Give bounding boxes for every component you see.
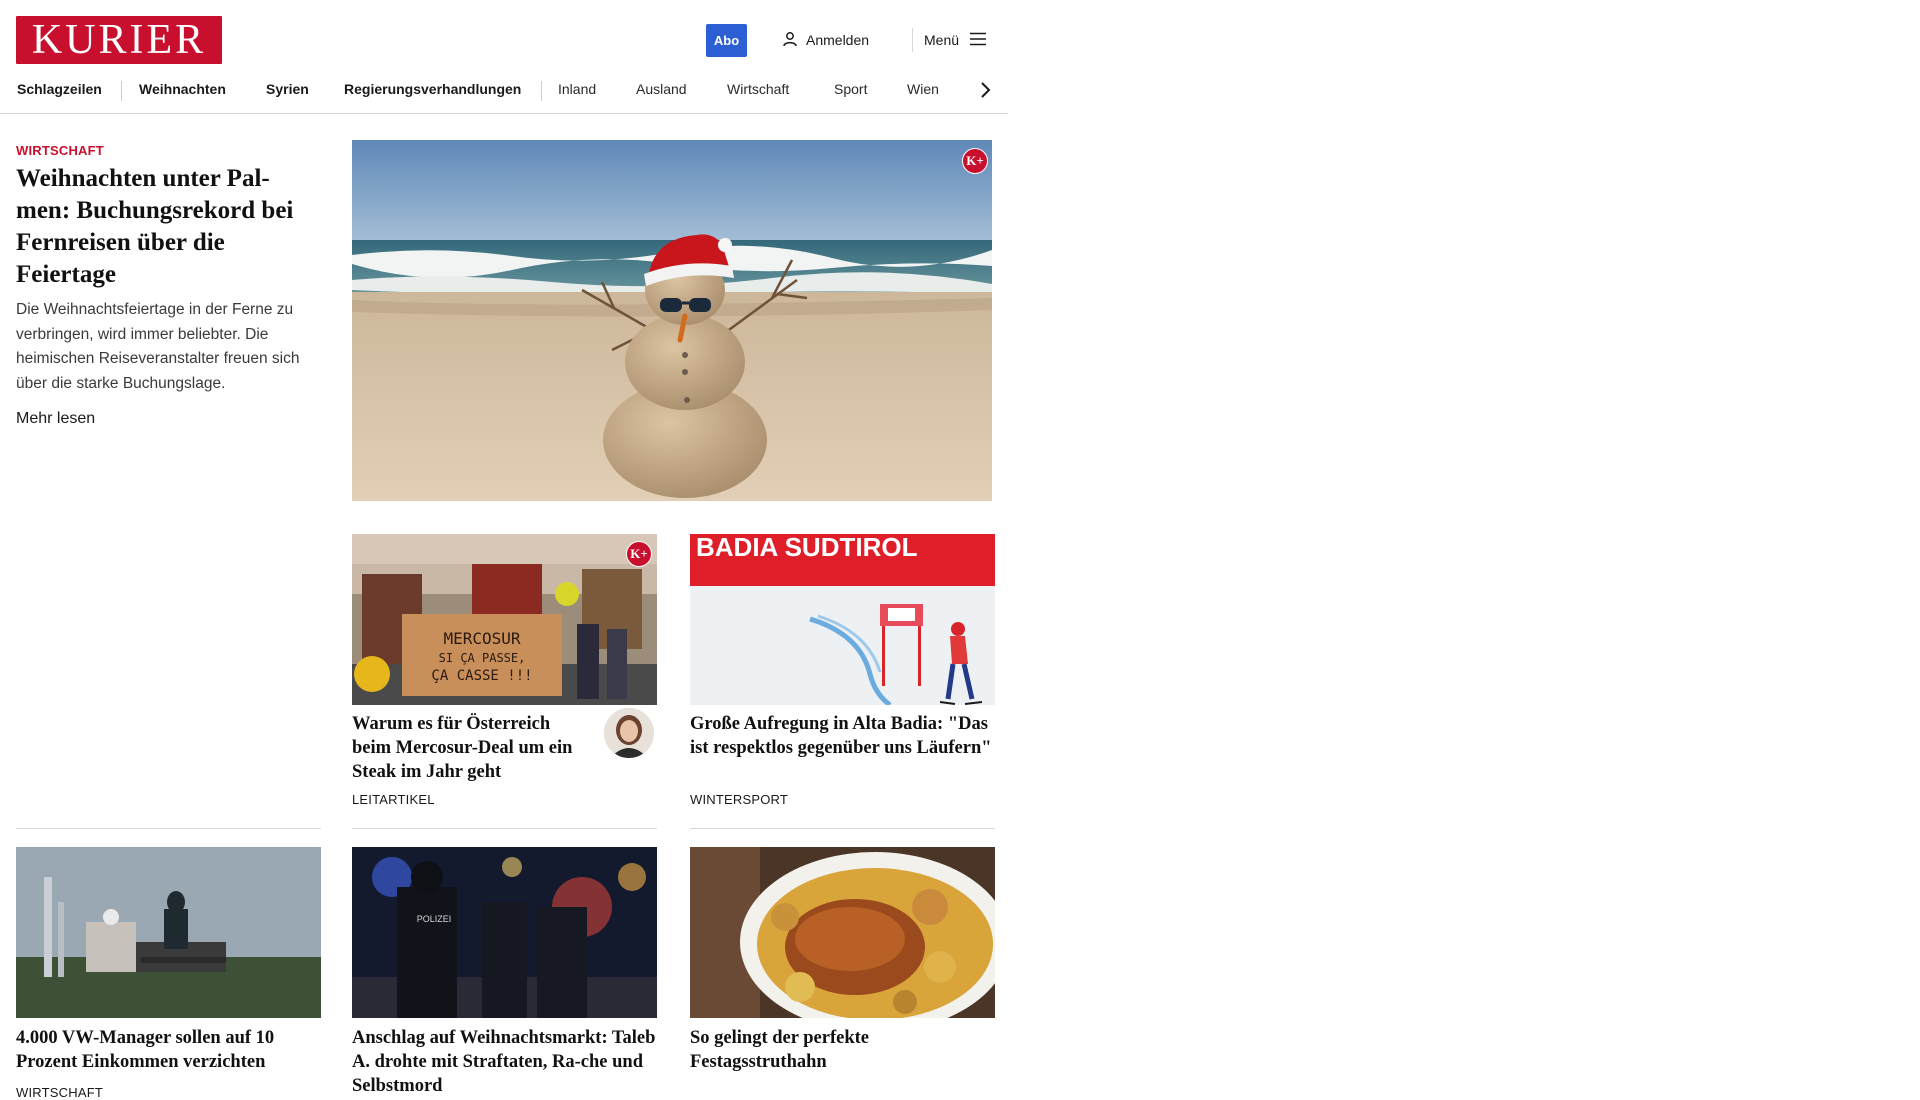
author-avatar [604,708,654,758]
lead-headline[interactable]: Weihnachten unter Pal-men: Buchungsrekor… [16,163,316,291]
user-icon [782,31,798,50]
card-tag-leitartikel[interactable]: LEITARTIKEL [352,792,435,807]
section-divider [352,828,657,829]
card-headline-vw[interactable]: 4.000 VW-Manager sollen auf 10 Prozent E… [16,1026,321,1074]
login-button[interactable]: Anmelden [782,29,869,51]
menu-label: Menü [924,32,960,48]
premium-badge-icon: K+ [626,541,652,567]
card-tag-wirtschaft[interactable]: WIRTSCHAFT [16,1085,103,1100]
login-label: Anmelden [806,32,870,48]
protest-sign-line3: ÇA CASSE !!! [431,668,532,684]
nav-divider [541,81,542,101]
card-image-vw-plant[interactable] [16,847,321,1018]
chevron-right-icon[interactable] [975,77,995,103]
nav-divider [121,81,122,101]
card-image-roast-turkey[interactable] [690,847,995,1018]
nav-item-weihnachten[interactable]: Weihnachten [139,81,226,97]
card-headline-alta-badia[interactable]: Große Aufregung in Alta Badia: "Das ist … [690,712,995,760]
nav-item-schlagzeilen[interactable]: Schlagzeilen [17,81,102,97]
nav-item-sport[interactable]: Sport [834,81,867,97]
card-headline-mercosur[interactable]: Warum es für Österreich beim Mercosur-De… [352,712,592,784]
page: KURIER Abo Anmelden Menü Schlagzeilen We… [0,0,1008,1100]
kurier-logo[interactable]: KURIER [16,16,222,64]
card-tag-wintersport[interactable]: WINTERSPORT [690,792,788,807]
header-divider [912,28,913,52]
card-image-mercosur-protest[interactable]: MERCOSUR SI ÇA PASSE, ÇA CASSE !!! K+ [352,534,657,705]
menu-button[interactable]: Menü [924,29,987,51]
hamburger-icon [969,32,987,49]
nav-item-wirtschaft[interactable]: Wirtschaft [727,81,789,97]
sponsor-banner-text: BADIA SUDTIROL [696,534,918,562]
nav-item-inland[interactable]: Inland [558,81,596,97]
card-headline-truthahn[interactable]: So gelingt der perfekte Festagsstruthahn [690,1026,995,1074]
abo-button[interactable]: Abo [706,24,747,57]
lead-image-sand-snowman[interactable]: K+ [352,140,992,501]
protest-sign-line1: MERCOSUR [443,629,520,648]
lead-kicker[interactable]: WIRTSCHAFT [16,143,104,158]
police-vest-text: POLIZEI [417,914,452,924]
nav-item-ausland[interactable]: Ausland [636,81,687,97]
card-image-ski-race[interactable]: BADIA SUDTIROL [690,534,995,705]
nav-item-wien[interactable]: Wien [907,81,939,97]
section-divider [690,828,995,829]
nav-item-regierungsverhandlungen[interactable]: Regierungsverhandlungen [344,81,521,97]
lead-teaser: Die Weihnachtsfeiertage in der Ferne zu … [16,301,300,392]
nav-item-syrien[interactable]: Syrien [266,81,309,97]
premium-badge-icon: K+ [962,148,988,174]
section-nav: Schlagzeilen Weihnachten Syrien Regierun… [0,75,1008,114]
section-divider [16,828,321,829]
card-headline-anschlag[interactable]: Anschlag auf Weihnachtsmarkt: Taleb A. d… [352,1026,657,1098]
protest-sign-line2: SI ÇA PASSE, [439,651,526,665]
read-more-link[interactable]: Mehr lesen [16,410,95,428]
card-image-police-night[interactable]: POLIZEI [352,847,657,1018]
